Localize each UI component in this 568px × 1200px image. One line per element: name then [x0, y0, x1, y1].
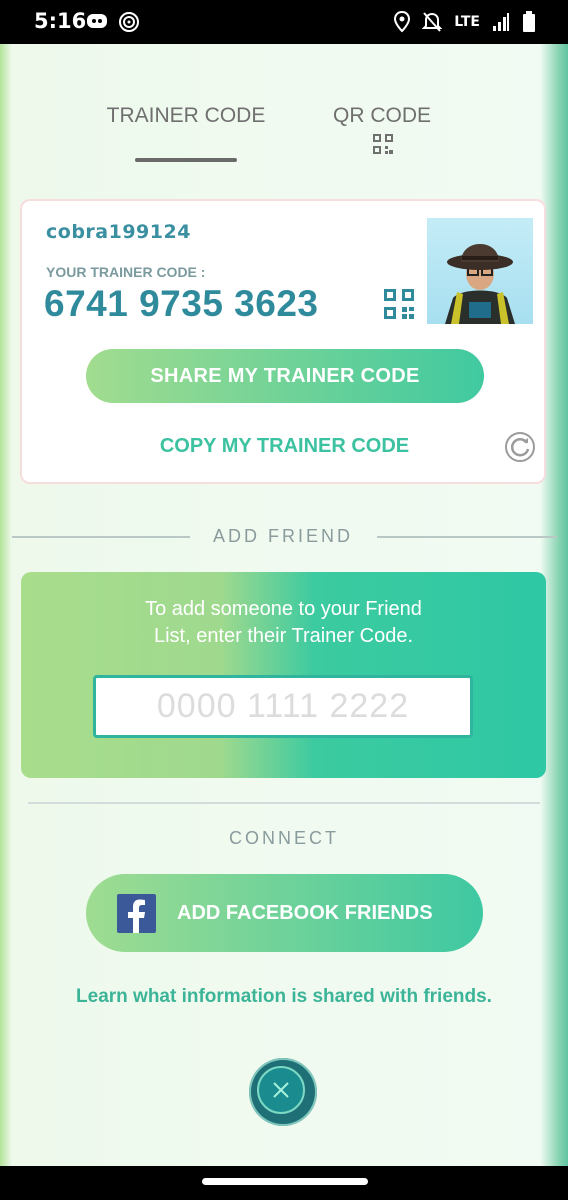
facebook-icon — [117, 894, 156, 933]
tab-selected-indicator — [135, 158, 237, 162]
location-icon — [394, 11, 411, 33]
qr-code-icon[interactable] — [373, 134, 393, 154]
close-button[interactable] — [249, 1058, 317, 1126]
add-facebook-friends-button[interactable]: ADD FACEBOOK FRIENDS — [86, 874, 483, 952]
tab-qr-code[interactable]: QR CODE — [330, 104, 434, 128]
battery-icon — [523, 11, 535, 32]
status-bar: 5:16 LTE — [0, 0, 568, 44]
tab-trainer-code[interactable]: TRAINER CODE — [104, 104, 268, 128]
add-friend-instruction-line2: List, enter their Trainer Code. — [153, 625, 413, 647]
discord-icon — [87, 14, 107, 28]
friend-code-input[interactable] — [93, 675, 473, 738]
learn-shared-info-link[interactable]: Learn what information is shared with fr… — [0, 986, 568, 1008]
status-icons-right: LTE — [394, 11, 536, 33]
trainer-avatar — [427, 218, 533, 324]
connect-heading: CONNECT — [229, 828, 339, 848]
trainer-code-label: YOUR TRAINER CODE : — [46, 264, 206, 280]
divider-left — [12, 536, 190, 538]
add-friend-instruction-line1: To add someone to your Friend — [145, 598, 422, 620]
trainer-code-card: cobra199124 YOUR TRAINER CODE : 6741 973… — [20, 199, 546, 484]
add-friend-instructions: To add someone to your Friend List, ente… — [21, 596, 546, 650]
mute-icon — [422, 12, 443, 32]
status-icons-left — [86, 11, 140, 33]
signal-icon — [493, 13, 509, 31]
share-trainer-code-button[interactable]: SHARE MY TRAINER CODE — [86, 349, 484, 403]
trainer-code-value: 6741 9735 3623 — [44, 283, 319, 324]
facebook-button-label: ADD FACEBOOK FRIENDS — [177, 902, 433, 924]
network-type: LTE — [454, 14, 480, 30]
trainer-username: cobra199124 — [46, 221, 191, 243]
status-time: 5:16 — [34, 9, 87, 33]
add-friend-panel: To add someone to your Friend List, ente… — [21, 572, 546, 778]
add-friend-heading: ADD FRIEND — [213, 526, 354, 546]
refresh-icon[interactable] — [504, 431, 536, 463]
connect-divider — [28, 802, 540, 804]
system-nav-bar — [0, 1166, 568, 1200]
close-icon — [257, 1066, 305, 1114]
home-gesture-bar[interactable] — [202, 1178, 368, 1185]
hotspot-icon — [119, 12, 139, 32]
copy-trainer-code-button[interactable]: COPY MY TRAINER CODE — [82, 435, 487, 458]
friend-screen: TRAINER CODE QR CODE cobra199124 YOUR TR… — [0, 44, 568, 1166]
divider-right — [377, 536, 557, 538]
qr-code-icon[interactable] — [384, 289, 414, 319]
